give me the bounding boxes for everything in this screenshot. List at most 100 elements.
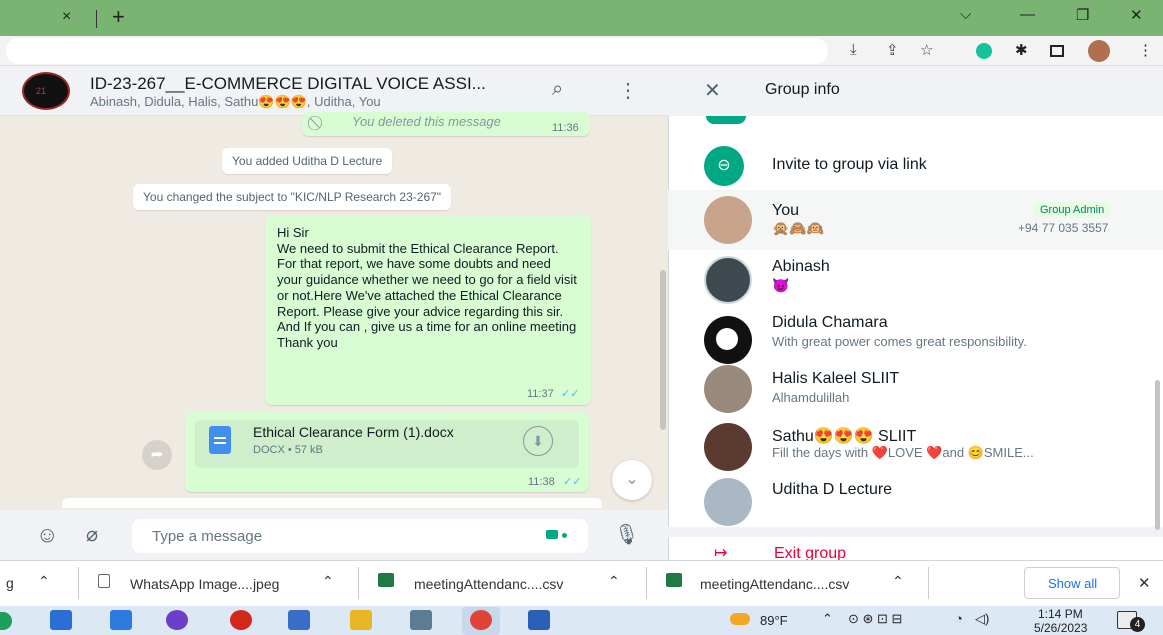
- grammarly-icon[interactable]: [546, 530, 558, 539]
- share-icon[interactable]: ⇪: [886, 41, 899, 59]
- download-item-name[interactable]: WhatsApp Image....jpeg: [130, 576, 279, 592]
- volume-icon[interactable]: ◁): [975, 611, 989, 627]
- group-avatar-mark: 21: [36, 86, 47, 96]
- weather-temp[interactable]: 89°F: [760, 613, 788, 628]
- show-all-button[interactable]: Show all: [1024, 567, 1120, 599]
- app-icon[interactable]: [166, 610, 188, 630]
- participant-name: Halis Kaleel SLIIT: [772, 370, 900, 387]
- download-divider: [358, 567, 359, 599]
- invite-label: Invite to group via link: [772, 156, 927, 173]
- clock-date[interactable]: 5/26/2023: [1034, 621, 1087, 635]
- chrome-icon[interactable]: [470, 610, 492, 630]
- message-text: Hi Sir We need to submit the Ethical Cle…: [277, 225, 577, 350]
- chevron-up-icon[interactable]: ⌃: [38, 573, 50, 590]
- grammarly-icon[interactable]: [976, 43, 992, 59]
- partial-system-message: [62, 498, 602, 508]
- restore-icon[interactable]: ❐: [1076, 6, 1089, 24]
- deleted-text: You deleted this message: [352, 114, 501, 129]
- message-bubble[interactable]: Hi Sir We need to submit the Ethical Cle…: [265, 215, 591, 405]
- message-time: 11:37: [527, 388, 554, 400]
- wifi-icon[interactable]: ◔: [955, 611, 963, 626]
- clock-time[interactable]: 1:14 PM: [1038, 607, 1083, 621]
- participant-about: Alhamdulillah: [772, 390, 850, 405]
- chevron-up-icon[interactable]: ⌃: [322, 573, 334, 590]
- extensions-icon[interactable]: ✱: [1015, 41, 1028, 59]
- tab-divider: [96, 10, 97, 28]
- exit-icon: ↦: [714, 545, 728, 560]
- app-icon[interactable]: [410, 610, 432, 630]
- tray-icons[interactable]: ⊙ ⊛ ⊡ ⊟: [848, 611, 902, 627]
- sidepanel-icon[interactable]: [1050, 45, 1064, 57]
- address-bar[interactable]: [6, 38, 828, 64]
- emoji-icon[interactable]: ☺: [36, 522, 58, 548]
- search-icon[interactable]: ⌕: [552, 78, 563, 101]
- participant-avatar-mark: [716, 328, 738, 350]
- participant-row[interactable]: Sathu😍😍😍 SLIIT Fill the days with ❤️LOVE…: [668, 420, 1163, 480]
- exit-group-row[interactable]: ↦ Exit group: [668, 537, 1163, 560]
- close-downloads-icon[interactable]: ✕: [1138, 574, 1151, 592]
- minimize-icon[interactable]: —: [1020, 6, 1035, 23]
- chat-header[interactable]: 21 ID-23-267__E-COMMERCE DIGITAL VOICE A…: [0, 66, 668, 116]
- chat-scrollbar[interactable]: [660, 270, 666, 430]
- mic-icon[interactable]: 🎙: [614, 522, 639, 547]
- link-icon: ⊖: [704, 146, 744, 186]
- file-manager-icon[interactable]: [50, 610, 72, 630]
- file-message[interactable]: Ethical Clearance Form (1).docx DOCX • 5…: [185, 412, 589, 492]
- deleted-time: 11:36: [552, 122, 579, 134]
- chat-members: Abinash, Didula, Halis, Sathu😍😍😍, Uditha…: [90, 94, 381, 109]
- participant-row[interactable]: You 🙊🙈🙉 Group Admin +94 77 035 3557: [668, 190, 1163, 250]
- csv-file-icon: [378, 573, 394, 587]
- mail-icon[interactable]: [110, 610, 132, 630]
- participant-avatar: [704, 365, 752, 413]
- download-item-partial[interactable]: g: [6, 575, 14, 591]
- folder-icon[interactable]: [350, 610, 372, 630]
- download-item-name[interactable]: meetingAttendanc....csv: [700, 576, 849, 592]
- group-avatar[interactable]: 21: [22, 72, 70, 110]
- participant-row[interactable]: Uditha D Lecture: [668, 475, 1163, 526]
- tab-search-icon[interactable]: ⌵: [960, 6, 971, 23]
- download-item-name[interactable]: meetingAttendanc....csv: [414, 576, 563, 592]
- chat-menu-icon[interactable]: ⋮: [618, 78, 638, 103]
- tab-close-icon[interactable]: ×: [62, 8, 71, 26]
- csv-file-icon: [666, 573, 682, 587]
- scroll-down-button[interactable]: ⌄: [612, 460, 652, 500]
- star-icon[interactable]: ☆: [920, 41, 933, 59]
- info-scrollbar[interactable]: [1155, 380, 1160, 530]
- file-name: Ethical Clearance Form (1).docx: [253, 424, 454, 440]
- download-icon[interactable]: ⬇: [523, 426, 553, 456]
- deleted-message: ⃠ You deleted this message 11:36: [302, 112, 590, 136]
- attach-icon[interactable]: ⌀: [86, 522, 98, 547]
- participant-about: With great power comes great responsibil…: [772, 334, 1027, 349]
- participant-row[interactable]: Halis Kaleel SLIIT Alhamdulillah: [668, 365, 1163, 425]
- browser-toolbar: ⤓ ⇪ ☆ ✱ ⋮: [0, 36, 1163, 66]
- close-icon[interactable]: ✕: [704, 78, 721, 103]
- participant-row[interactable]: Didula Chamara With great power comes gr…: [668, 310, 1163, 370]
- participant-name: You: [772, 202, 799, 219]
- word-icon[interactable]: [528, 610, 550, 630]
- group-info-title: Group info: [765, 81, 840, 98]
- read-receipt-icon: ✓✓: [563, 476, 582, 488]
- participant-row[interactable]: Abinash 😈: [668, 250, 1163, 310]
- chevron-up-icon[interactable]: ⌃: [892, 573, 904, 590]
- download-divider: [646, 567, 647, 599]
- exit-label: Exit group: [774, 545, 847, 560]
- download-divider: [78, 567, 79, 599]
- install-icon[interactable]: ⤓: [850, 41, 857, 58]
- system-message: You changed the subject to "KIC/NLP Rese…: [133, 184, 452, 210]
- group-admin-badge: Group Admin: [1034, 202, 1111, 218]
- tray-chevron-icon[interactable]: ⌃: [822, 611, 833, 627]
- forward-icon[interactable]: ➦: [142, 440, 172, 470]
- chevron-up-icon[interactable]: ⌃: [608, 573, 620, 590]
- message-placeholder: Type a message: [152, 528, 263, 545]
- add-participant-icon[interactable]: [706, 116, 746, 124]
- profile-icon[interactable]: [1088, 40, 1110, 62]
- menu-icon[interactable]: ⋮: [1138, 41, 1153, 59]
- new-tab-button[interactable]: +: [112, 4, 125, 30]
- close-window-icon[interactable]: ✕: [1130, 6, 1143, 24]
- app-icon[interactable]: [288, 610, 310, 630]
- participant-avatar: [704, 196, 752, 244]
- participant-about: 😈: [772, 277, 790, 293]
- invite-link-row[interactable]: ⊖ Invite to group via link: [668, 140, 1163, 190]
- opera-icon[interactable]: [230, 610, 252, 630]
- read-receipt-icon: ✓✓: [561, 388, 580, 400]
